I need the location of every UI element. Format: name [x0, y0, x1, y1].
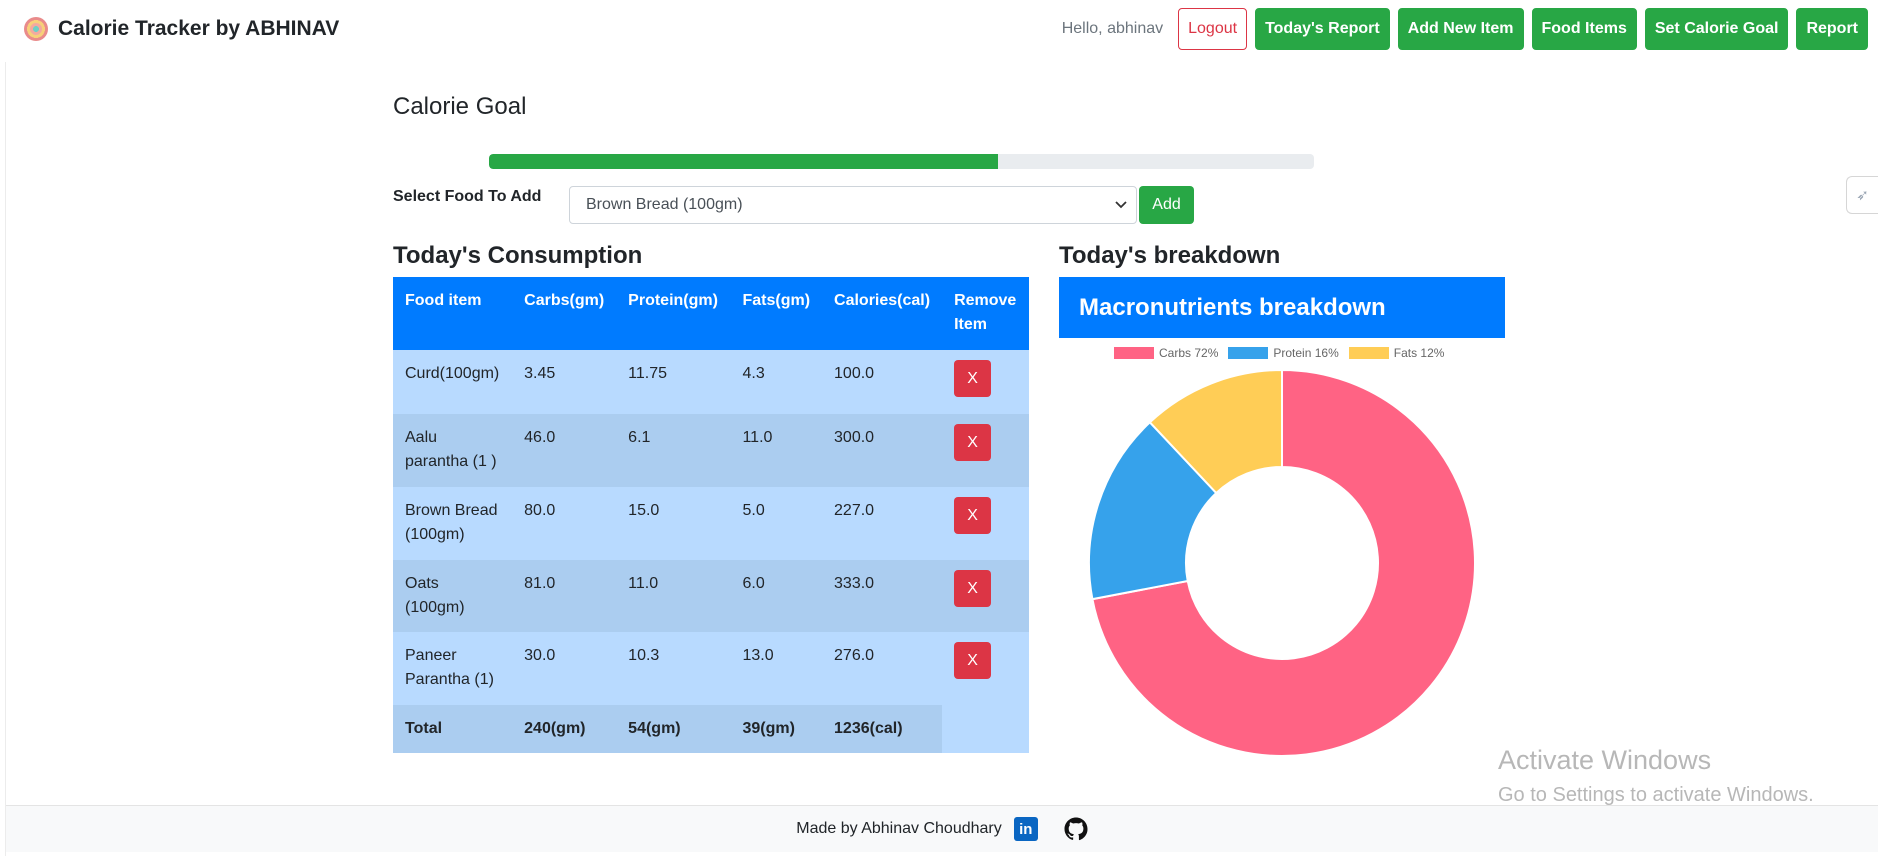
- cell-food: Aalu parantha (1 ): [393, 414, 513, 487]
- calorie-progress-bar: [489, 154, 1314, 169]
- total-fats: 39(gm): [730, 705, 823, 753]
- legend-label: Carbs 72%: [1159, 346, 1219, 360]
- github-icon[interactable]: [1064, 817, 1088, 841]
- side-rocket-tab[interactable]: ➶: [1846, 176, 1878, 214]
- cell-protein: 11.75: [616, 350, 731, 414]
- table-row: Oats (100gm) 81.0 11.0 6.0 333.0 X: [393, 560, 1029, 632]
- consumption-table: Food item Carbs(gm) Protein(gm) Fats(gm)…: [393, 277, 1029, 753]
- legend-swatch: [1114, 347, 1154, 359]
- cell-calories: 333.0: [822, 560, 943, 632]
- food-select[interactable]: Brown Bread (100gm): [569, 186, 1137, 224]
- remove-item-button[interactable]: X: [954, 360, 992, 397]
- cell-carbs: 80.0: [512, 487, 617, 560]
- cell-carbs: 81.0: [512, 560, 617, 632]
- todays-report-button[interactable]: Today's Report: [1255, 8, 1390, 50]
- macronutrient-donut-chart: [1089, 370, 1475, 756]
- cell-calories: 276.0: [822, 632, 943, 705]
- rocket-icon: ➶: [1856, 187, 1869, 204]
- cell-fats: 13.0: [730, 632, 823, 705]
- table-total-row: Total 240(gm) 54(gm) 39(gm) 1236(cal): [393, 705, 1029, 753]
- remove-item-button[interactable]: X: [954, 642, 992, 679]
- chevron-down-icon: [1114, 197, 1128, 211]
- table-header-row: Food item Carbs(gm) Protein(gm) Fats(gm)…: [393, 277, 1029, 350]
- cell-remove: X: [942, 632, 1029, 705]
- consumption-title: Today's Consumption: [393, 242, 643, 269]
- cell-protein: 11.0: [616, 560, 731, 632]
- legend-swatch: [1348, 347, 1389, 359]
- cell-fats: 6.0: [730, 560, 823, 632]
- header-remove-item: Remove Item: [942, 277, 1029, 350]
- add-food-button[interactable]: Add: [1139, 186, 1194, 224]
- table-row: Aalu parantha (1 ) 46.0 6.1 11.0 300.0 X: [393, 414, 1029, 487]
- remove-item-button[interactable]: X: [954, 497, 992, 534]
- navbar-actions: Hello, abhinav Logout Today's Report Add…: [1062, 8, 1868, 50]
- cell-fats: 4.3: [730, 350, 823, 414]
- cell-remove: X: [942, 560, 1029, 632]
- brand[interactable]: Calorie Tracker by ABHINAV: [24, 14, 339, 44]
- set-calorie-goal-button[interactable]: Set Calorie Goal: [1644, 8, 1789, 50]
- total-carbs: 240(gm): [512, 705, 617, 753]
- table-row: Curd(100gm) 3.45 11.75 4.3 100.0 X: [393, 350, 1029, 414]
- cell-calories: 300.0: [822, 414, 943, 487]
- cell-protein: 10.3: [616, 632, 731, 705]
- legend-label: Fats 12%: [1393, 346, 1445, 360]
- header-fats: Fats(gm): [730, 277, 823, 350]
- total-empty-cell: [942, 705, 1029, 753]
- food-select-value: Brown Bread (100gm): [586, 196, 743, 213]
- report-button[interactable]: Report: [1796, 8, 1868, 50]
- cell-food: Curd(100gm): [393, 350, 513, 414]
- header-protein: Protein(gm): [616, 277, 731, 350]
- brand-title[interactable]: Calorie Tracker by ABHINAV: [58, 17, 339, 41]
- select-food-label: Select Food To Add: [393, 188, 542, 205]
- breakdown-title: Today's breakdown: [1059, 242, 1281, 269]
- food-items-button[interactable]: Food Items: [1531, 8, 1637, 50]
- cell-calories: 100.0: [822, 350, 943, 414]
- calorie-progress-fill: [489, 154, 999, 169]
- legend-item[interactable]: Protein 16%: [1228, 346, 1339, 360]
- legend-label: Protein 16%: [1273, 346, 1339, 360]
- legend-swatch: [1228, 347, 1269, 359]
- table-row: Brown Bread (100gm) 80.0 15.0 5.0 227.0 …: [393, 487, 1029, 560]
- cell-fats: 5.0: [730, 487, 823, 560]
- cell-carbs: 46.0: [512, 414, 617, 487]
- add-new-item-button[interactable]: Add New Item: [1397, 8, 1524, 50]
- brand-logo-icon: [24, 17, 48, 41]
- header-calories: Calories(cal): [822, 277, 943, 350]
- cell-remove: X: [942, 350, 1029, 414]
- cell-remove: X: [942, 414, 1029, 487]
- greeting: Hello, abhinav: [1061, 20, 1164, 37]
- page: Calorie Tracker by ABHINAV Hello, abhina…: [0, 0, 1878, 856]
- cell-food: Oats (100gm): [393, 560, 513, 632]
- total-calories: 1236(cal): [822, 705, 943, 753]
- header-carbs: Carbs(gm): [512, 277, 617, 350]
- linkedin-icon[interactable]: in: [1013, 817, 1038, 841]
- chart-legend: Carbs 72% Protein 16% Fats 12%: [1114, 346, 1444, 360]
- cell-fats: 11.0: [730, 414, 823, 487]
- total-protein: 54(gm): [616, 705, 731, 753]
- legend-item[interactable]: Fats 12%: [1348, 346, 1445, 360]
- table-row: Paneer Parantha (1) 30.0 10.3 13.0 276.0…: [393, 632, 1029, 705]
- logout-button[interactable]: Logout: [1178, 8, 1248, 50]
- cell-protein: 6.1: [616, 414, 731, 487]
- legend-item[interactable]: Carbs 72%: [1114, 346, 1218, 360]
- cell-food: Paneer Parantha (1): [393, 632, 513, 705]
- total-label: Total: [393, 705, 513, 753]
- footer-credit: Made by Abhinav Choudhary: [796, 820, 1002, 837]
- remove-item-button[interactable]: X: [954, 570, 992, 607]
- macronutrients-header: Macronutrients breakdown: [1059, 277, 1505, 338]
- header-food-item: Food item: [393, 277, 513, 350]
- calorie-goal-title: Calorie Goal: [393, 93, 527, 120]
- cell-carbs: 3.45: [512, 350, 617, 414]
- cell-carbs: 30.0: [512, 632, 617, 705]
- cell-protein: 15.0: [616, 487, 731, 560]
- page-border: [5, 62, 6, 856]
- cell-food: Brown Bread (100gm): [393, 487, 513, 560]
- remove-item-button[interactable]: X: [954, 424, 992, 461]
- cell-calories: 227.0: [822, 487, 943, 560]
- footer: Made by Abhinav Choudhary in: [6, 805, 1878, 852]
- activate-windows-title: Activate Windows: [1498, 745, 1712, 775]
- cell-remove: X: [942, 487, 1029, 560]
- activate-windows-subtitle: Go to Settings to activate Windows.: [1498, 784, 1814, 806]
